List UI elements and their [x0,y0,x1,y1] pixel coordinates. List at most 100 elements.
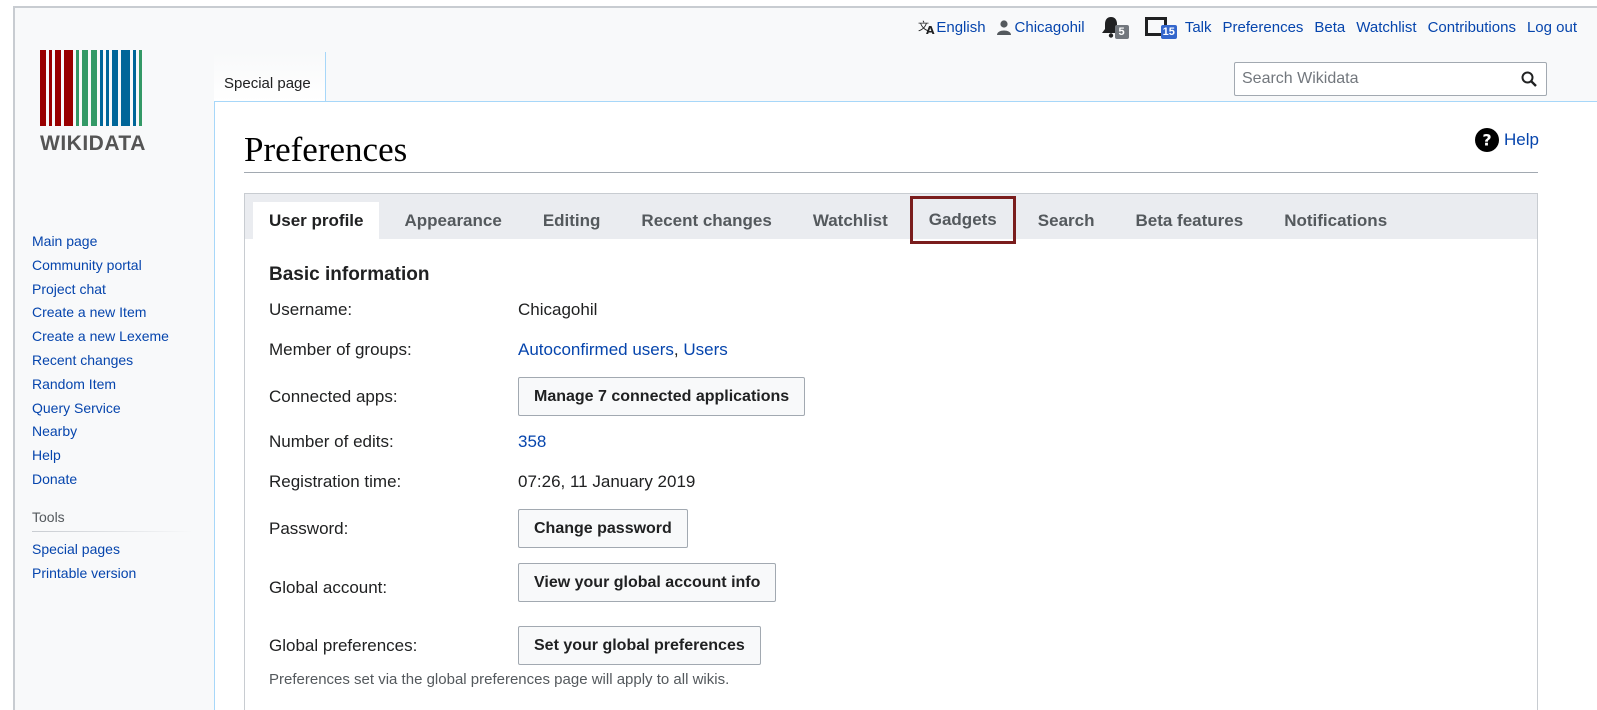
sidebar-item-recent-changes[interactable]: Recent changes [32,349,202,373]
logout-link[interactable]: Log out [1527,19,1577,36]
logo-bar [40,50,46,126]
logo-bar [64,50,73,126]
notifications-alert[interactable]: 5 [1101,16,1135,39]
row-global-preferences: Global preferences: Set your global pref… [269,626,761,665]
tab-search[interactable]: Search [1022,202,1111,239]
edits-label: Number of edits: [269,432,394,451]
contributions-link[interactable]: Contributions [1428,19,1516,36]
sidebar-item-create-item[interactable]: Create a new Item [32,301,202,325]
beta-link[interactable]: Beta [1314,19,1345,36]
messages-count-badge: 15 [1160,25,1177,39]
preferences-tabs: User profile Appearance Editing Recent c… [245,194,1537,244]
contributions-item[interactable]: Contributions [1428,19,1516,36]
preferences-link[interactable]: Preferences [1223,19,1304,36]
row-registration-time: Registration time: 07:26, 11 January 201… [269,472,695,492]
row-groups: Member of groups: Autoconfirmed users, U… [269,340,728,360]
personal-toolbar: 文A English Chicagohil 5 15 Talk Preferen… [918,16,1577,39]
preferences-item[interactable]: Preferences [1223,19,1304,36]
sidebar-item-printable-version[interactable]: Printable version [32,562,202,586]
search-icon[interactable] [1512,63,1546,95]
sidebar-navigation: Main page Community portal Project chat … [32,230,202,585]
sidebar-item-help[interactable]: Help [32,444,202,468]
talk-link[interactable]: Talk [1185,19,1212,36]
logo-bar [112,50,118,126]
logo-bar [106,50,109,126]
password-label: Password: [269,518,349,538]
group-link-users[interactable]: Users [683,340,727,359]
tab-gadgets[interactable]: Gadgets [909,196,1016,244]
regtime-value: 07:26, 11 January 2019 [518,472,696,491]
logo-bar [91,50,97,126]
groups-label: Member of groups: [269,340,412,359]
manage-connected-apps-button[interactable]: Manage 7 connected applications [518,377,806,416]
tab-beta-features[interactable]: Beta features [1119,202,1259,239]
set-global-preferences-button[interactable]: Set your global preferences [518,626,761,665]
sidebar-item-nearby[interactable]: Nearby [32,420,202,444]
watchlist-item[interactable]: Watchlist [1356,19,1416,36]
global-preferences-label: Global preferences: [269,635,418,655]
special-page-tab-label: Special page [224,75,311,92]
talk-item[interactable]: Talk [1185,19,1212,36]
language-link[interactable]: English [936,19,985,36]
page-title: Preferences [244,130,408,169]
main-content: Preferences ? Help User profile Appearan… [214,101,1597,710]
tab-user-profile[interactable]: User profile [253,202,380,239]
sidebar-item-main-page[interactable]: Main page [32,230,202,254]
tab-editing[interactable]: Editing [527,202,617,239]
search-input[interactable] [1242,70,1512,88]
user-page-link-wrapper[interactable]: Chicagohil [996,19,1085,36]
messages-notice[interactable]: 15 [1144,16,1183,39]
row-username: Username: Chicagohil [269,300,597,320]
regtime-label: Registration time: [269,472,402,491]
sidebar-item-create-lexeme[interactable]: Create a new Lexeme [32,325,202,349]
logo-bar [133,50,136,126]
svg-text:?: ? [1482,131,1491,150]
title-divider [244,172,1538,173]
view-global-account-button[interactable]: View your global account info [518,563,777,602]
tab-notifications[interactable]: Notifications [1268,202,1403,239]
logo-bar [76,50,79,126]
sidebar-item-special-pages[interactable]: Special pages [32,538,202,562]
sidebar-item-community-portal[interactable]: Community portal [32,254,202,278]
tab-appearance[interactable]: Appearance [388,202,517,239]
special-page-tab[interactable]: Special page [214,52,326,102]
row-password: Password: Change password [269,509,688,548]
watchlist-link[interactable]: Watchlist [1356,19,1416,36]
row-edits: Number of edits: 358 [269,432,546,452]
section-title-basic-information: Basic information [269,264,430,285]
apps-label: Connected apps: [269,386,398,406]
preferences-panel: User profile Appearance Editing Recent c… [244,193,1538,710]
logo-bar [49,50,52,126]
groups-value: Autoconfirmed users, Users [518,340,728,360]
user-page-link[interactable]: Chicagohil [1015,19,1085,36]
logo-bar [139,50,142,126]
help-link[interactable]: Help [1504,130,1539,150]
sidebar-item-donate[interactable]: Donate [32,468,202,492]
translate-icon: 文A [918,19,936,35]
sidebar-item-random-item[interactable]: Random Item [32,373,202,397]
group-link-autoconfirmed[interactable]: Autoconfirmed users [518,340,674,359]
help-link-wrapper[interactable]: ? Help [1475,128,1539,152]
tab-watchlist[interactable]: Watchlist [797,202,904,239]
logo-barcode [40,50,172,126]
tab-recent-changes[interactable]: Recent changes [625,202,787,239]
svg-text:A: A [926,24,935,35]
change-password-button[interactable]: Change password [518,509,688,548]
user-icon [996,19,1011,35]
logo-bar [82,50,88,126]
username-label: Username: [269,300,353,319]
language-selector[interactable]: 文A English [918,19,985,36]
logo-bar [55,50,61,126]
search-box[interactable] [1234,62,1547,96]
sidebar-item-query-service[interactable]: Query Service [32,397,202,421]
sidebar-tools: Special pages Printable version [32,538,202,586]
tools-heading[interactable]: Tools [32,508,192,532]
logout-item[interactable]: Log out [1527,19,1577,36]
group-separator: , [673,340,684,359]
help-icon[interactable]: ? [1475,128,1500,152]
beta-item[interactable]: Beta [1314,19,1345,36]
edits-count-link[interactable]: 358 [518,432,546,452]
logo-bar [121,50,130,126]
sidebar-item-project-chat[interactable]: Project chat [32,278,202,302]
wikidata-logo[interactable]: WIKIDATA [40,50,172,156]
